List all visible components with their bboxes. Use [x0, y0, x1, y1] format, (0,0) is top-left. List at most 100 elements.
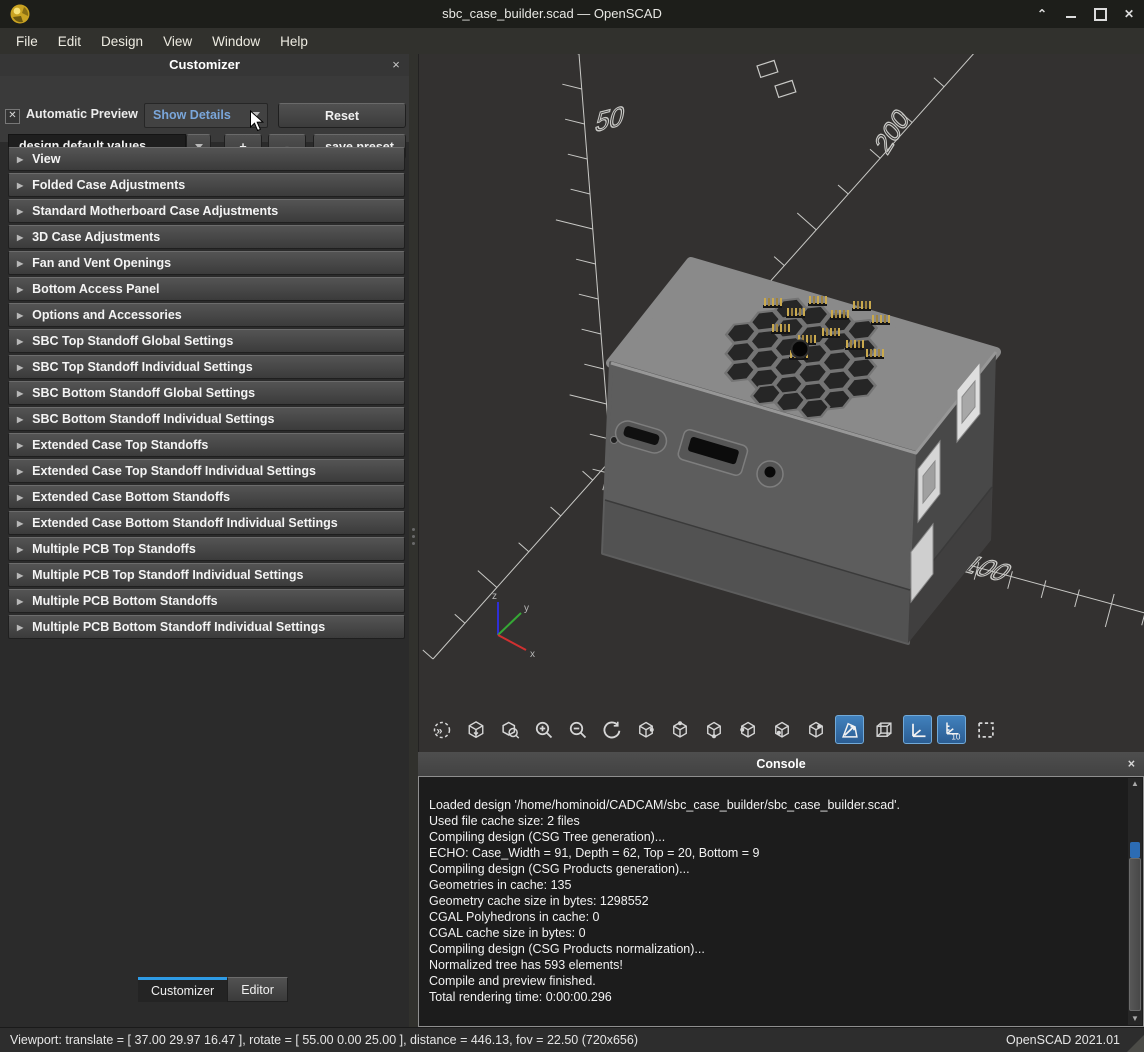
chevron-right-icon: ▶ [17, 207, 23, 216]
section-bar[interactable]: ▶ SBC Bottom Standoff Global Settings [8, 381, 405, 405]
zoom-out-button[interactable] [563, 715, 592, 744]
maximize-icon[interactable] [1093, 7, 1107, 21]
console-line: Compiling design (CSG Tree generation)..… [429, 829, 1119, 845]
console-scrollbar[interactable]: ▲ ▼ [1128, 778, 1142, 1025]
section-bar[interactable]: ▶3D Case Adjustments [8, 225, 405, 249]
zoom-in-button[interactable] [529, 715, 558, 744]
section-bar[interactable]: ▶Bottom Access Panel [8, 277, 405, 301]
section-bar[interactable]: ▶Extended Case Top Standoffs [8, 433, 405, 457]
section-bar[interactable]: ▶Multiple PCB Bottom Standoffs [8, 589, 405, 613]
chevron-right-icon: ▶ [17, 233, 23, 242]
section-bar[interactable]: ▶View [8, 147, 405, 171]
section-bar[interactable]: ▶Standard Motherboard Case Adjustments [8, 199, 405, 223]
reset-rotation-button[interactable] [597, 715, 626, 744]
section-bar[interactable]: ▶SBC Top Standoff Individual Settings [8, 355, 405, 379]
section-bar[interactable]: ▶SBC Bottom Standoff Individual Settings [8, 407, 405, 431]
customizer-header: Customizer × [0, 54, 409, 76]
chevron-right-icon: ▶ [17, 285, 23, 294]
view-all-button[interactable] [461, 715, 490, 744]
title-bar[interactable]: sbc_case_builder.scad — OpenSCAD ⌃ ✕ [0, 0, 1144, 28]
automatic-preview-checkbox[interactable]: ✕ [5, 109, 20, 124]
perspective-icon [840, 720, 860, 740]
section-bar[interactable]: ▶Multiple PCB Bottom Standoff Individual… [8, 615, 405, 639]
scroll-up-icon[interactable]: ▲ [1128, 778, 1142, 790]
view-left-button[interactable] [733, 715, 762, 744]
chevron-right-icon: ▶ [17, 493, 23, 502]
customizer-controls: ✕ Automatic Preview Show Details Reset d… [0, 76, 409, 142]
scrollbar-thumb[interactable] [1129, 858, 1141, 1011]
shade-icon[interactable]: ⌃ [1035, 7, 1049, 21]
3d-viewport[interactable]: 50 200 100 [418, 54, 1144, 752]
orthogonal-button[interactable] [869, 715, 898, 744]
svg-text:10: 10 [951, 732, 961, 740]
scroll-down-icon[interactable]: ▼ [1128, 1013, 1142, 1025]
console-line: Normalized tree has 593 elements! [429, 957, 1119, 973]
section-label: Multiple PCB Top Standoffs [32, 542, 196, 556]
section-bar[interactable]: ▶Options and Accessories [8, 303, 405, 327]
show-scale-markers-button[interactable]: 10 [937, 715, 966, 744]
axis-label-z: z [492, 591, 497, 602]
chevron-right-icon: ▶ [17, 467, 23, 476]
console-line: Compiling design (CSG Products normaliza… [429, 941, 1119, 957]
menu-design[interactable]: Design [91, 31, 153, 52]
console-line: ECHO: Case_Width = 91, Depth = 62, Top =… [429, 845, 1119, 861]
tab-editor[interactable]: Editor [227, 977, 288, 1002]
menu-file[interactable]: File [6, 31, 48, 52]
view-back-button[interactable] [801, 715, 830, 744]
section-label: Fan and Vent Openings [32, 256, 171, 270]
console-title: Console [756, 757, 805, 771]
console-log[interactable]: Loaded design '/home/hominoid/CADCAM/sbc… [418, 776, 1144, 1027]
view-all-icon [466, 720, 486, 740]
reset-button[interactable]: Reset [278, 103, 406, 128]
close-icon[interactable]: ✕ [1122, 7, 1136, 21]
zoom-out-icon [568, 720, 588, 740]
console-header[interactable]: Console × [418, 752, 1144, 776]
resize-grip[interactable] [1127, 1035, 1144, 1052]
view-bottom-button[interactable] [699, 715, 728, 744]
view-back-icon [806, 720, 826, 740]
section-label: SBC Bottom Standoff Global Settings [32, 386, 255, 400]
console-close-icon[interactable]: × [1128, 752, 1135, 776]
menu-view[interactable]: View [153, 31, 202, 52]
tab-customizer[interactable]: Customizer [138, 977, 227, 1002]
section-label: Multiple PCB Bottom Standoffs [32, 594, 217, 608]
chevron-right-icon: ▶ [17, 545, 23, 554]
section-bar[interactable]: ▶Multiple PCB Top Standoff Individual Se… [8, 563, 405, 587]
3d-scene: 50 200 100 [419, 54, 1144, 752]
animate-button[interactable]: » [427, 715, 456, 744]
ruler-label-y: 200 [870, 102, 915, 160]
section-bar[interactable]: ▶Extended Case Bottom Standoff Individua… [8, 511, 405, 535]
panel-splitter[interactable] [409, 54, 418, 1027]
show-scale-markers-icon: 10 [942, 720, 962, 740]
view-right-button[interactable] [631, 715, 660, 744]
menu-edit[interactable]: Edit [48, 31, 91, 52]
section-bar[interactable]: ▶ SBC Top Standoff Global Settings [8, 329, 405, 353]
chevron-right-icon: ▶ [17, 389, 23, 398]
section-bar[interactable]: ▶Fan and Vent Openings [8, 251, 405, 275]
section-bar[interactable]: ▶ Extended Case Top Standoff Individual S… [8, 459, 405, 483]
customizer-close-icon[interactable]: × [389, 54, 403, 76]
view-top-button[interactable] [665, 715, 694, 744]
chevron-right-icon: ▶ [17, 441, 23, 450]
chevron-right-icon: ▶ [17, 415, 23, 424]
section-bar[interactable]: ▶ Multiple PCB Top Standoffs [8, 537, 405, 561]
chevron-right-icon: ▶ [17, 337, 23, 346]
section-bar[interactable]: ▶Folded Case Adjustments [8, 173, 405, 197]
menu-help[interactable]: Help [270, 31, 318, 52]
perspective-button[interactable] [835, 715, 864, 744]
version-label: OpenSCAD 2021.01 [1006, 1033, 1120, 1047]
view-entire-screen-button[interactable] [971, 715, 1000, 744]
show-axes-button[interactable] [903, 715, 932, 744]
openscad-window: sbc_case_builder.scad — OpenSCAD ⌃ ✕ Fil… [0, 0, 1144, 1052]
menu-window[interactable]: Window [202, 31, 270, 52]
reset-rotation-icon [602, 720, 622, 740]
console-line: Compiling design (CSG Products generatio… [429, 861, 1119, 877]
axis-indicator: z y x [492, 591, 535, 660]
section-bar[interactable]: ▶Extended Case Bottom Standoffs [8, 485, 405, 509]
section-label: SBC Top Standoff Global Settings [32, 334, 233, 348]
reset-view-button[interactable] [495, 715, 524, 744]
section-label: Extended Case Top Standoff Individual Se… [32, 464, 316, 478]
minimize-icon[interactable] [1064, 7, 1078, 21]
view-front-button[interactable] [767, 715, 796, 744]
view-top-icon [670, 720, 690, 740]
